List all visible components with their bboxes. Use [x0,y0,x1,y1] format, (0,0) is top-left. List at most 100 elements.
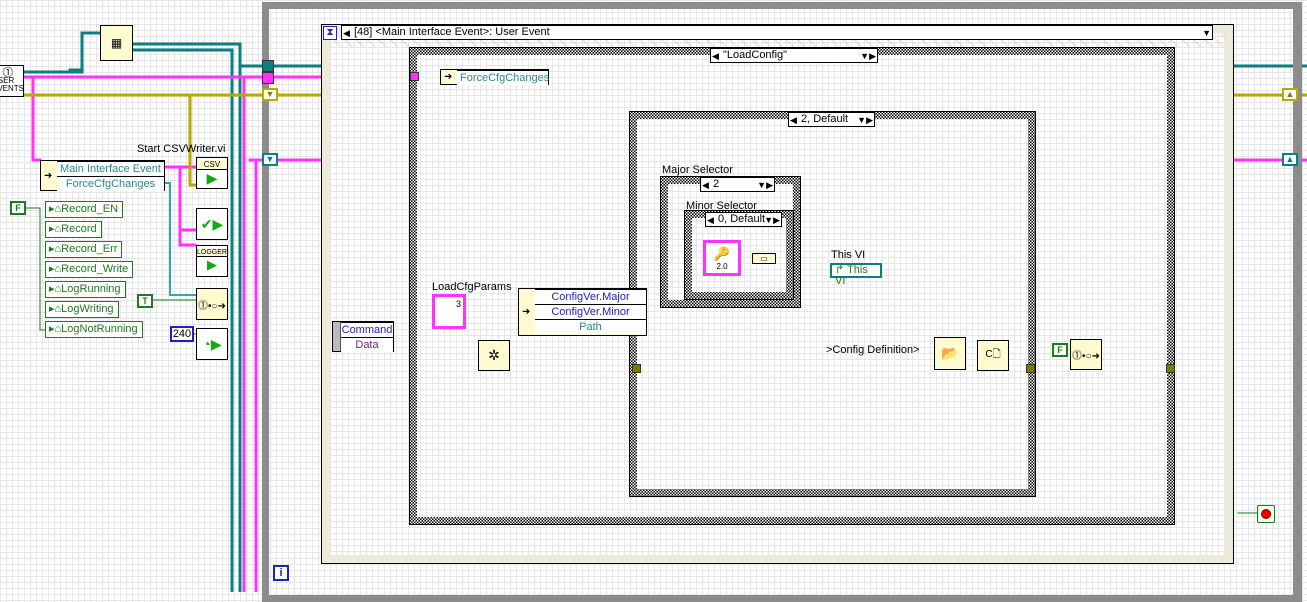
user-event-icon: ⓵•○➜ [1072,351,1100,362]
tunnel [1166,364,1175,373]
case-selector-minor[interactable]: ◀ 0, Default ▼▶ [705,212,782,227]
shift-register-left-cluster: ▼ [262,153,278,166]
clock-play-icon: ◔▶ [202,335,222,352]
version-text: 2.0 [716,261,728,271]
variant-to-data-node[interactable]: ✲ [478,340,510,371]
global-label: LogWriting [61,303,114,315]
loadcfgparams-value: 3 [455,299,461,309]
timeout-hourglass-icon: ⧗ [323,26,337,40]
user-events-text: USER EVENTS [0,76,25,93]
command-element: Command [341,322,393,337]
this-vi-constant[interactable]: ↱ This VI [830,263,882,287]
global-label: Record [61,223,97,235]
tunnel [410,72,419,81]
dropdown-icon[interactable]: ▼▶ [860,50,876,62]
global-label: Record_Err [61,243,118,255]
start-csvwriter-subvi[interactable]: CSV ▶ [196,157,228,189]
logger-subvi[interactable]: LOGGER ▶ [196,245,228,277]
user-event-icon: ⓵•○➜ [198,300,226,312]
event-selector[interactable]: ◀ [48] <Main Interface Event>: User Event… [341,25,1213,40]
check-subvi[interactable]: ✔▶ [196,208,228,240]
file-icon: C🗋 [985,349,1001,360]
gear-icon: ✲ [488,347,500,363]
unbundle-configver: ➜ ConfigVer.Major ConfigVer.Minor Path [518,288,647,336]
global-logwriting[interactable]: ▸⌂LogWriting [45,301,119,318]
configver-major: ConfigVer.Major [535,289,646,304]
unbundle-command-data: Command Data [332,321,394,352]
major-selector-label: Major Selector [662,164,733,176]
bundle-node[interactable]: ▦ [100,25,133,61]
prev-icon[interactable]: ◀ [790,114,797,126]
case-selector-label: "LoadConfig" [723,49,788,61]
config-version-subvi[interactable]: 🔑 2.0 [703,240,741,276]
logger-text: LOGGER [197,249,227,257]
forcecfgchanges: ForceCfgChanges [57,176,164,191]
global-record-err[interactable]: ▸⌂Record_Err [45,241,123,258]
timeout-constant[interactable]: 240 [170,326,194,342]
prev-icon[interactable]: ◀ [707,214,714,226]
config-file-node[interactable]: C🗋 [977,340,1009,371]
global-label: Record_EN [61,203,119,215]
loadcfgparams-constant[interactable]: 3 [432,294,466,329]
main-interface-event: Main Interface Event [57,161,164,176]
dropdown-icon[interactable]: ▼▶ [757,179,773,191]
key-icon: 🔑 [713,245,731,261]
dropdown-icon[interactable]: ▼▶ [857,114,873,126]
configver-minor: ConfigVer.Minor [535,304,646,319]
global-record[interactable]: ▸⌂Record [45,221,102,238]
false-constant[interactable]: F [10,201,26,215]
play-icon: ▶ [207,257,217,272]
open-config-node[interactable]: 📂 [934,337,966,370]
global-record-en[interactable]: ▸⌂Record_EN [45,201,124,218]
register-user-events-node[interactable]: ⓵USER EVENTS [0,65,24,97]
case-selector-label: 0, Default [718,213,766,225]
configver-path: Path [535,319,646,334]
true-constant[interactable]: T [137,294,153,308]
case-selector-label: 2, Default [801,113,849,125]
global-label: LogRunning [61,283,121,295]
config-definition-label: >Config Definition> [826,344,920,356]
prev-icon[interactable]: ◀ [702,179,709,191]
false-constant[interactable]: F [1052,343,1068,357]
loadcfgparams-label: LoadCfgParams [432,281,512,293]
tunnel [1026,364,1035,373]
tunnel [262,60,274,72]
grid-icon: ▦ [110,36,123,50]
this-vi-label: This VI [831,249,866,261]
start-csvwriter-label: Start CSVWriter.vi [137,143,226,155]
shift-register-left-error: ▼ [262,88,278,101]
case-selector-default[interactable]: ◀ 2, Default ▼▶ [788,112,875,127]
loop-iteration-terminal: i [273,565,289,581]
timer-subvi[interactable]: ◔▶ [196,328,228,360]
play-check-icon: ✔▶ [200,215,224,232]
shift-register-right-error: ▲ [1282,88,1298,101]
global-record-write[interactable]: ▸⌂Record_Write [45,261,134,278]
dropdown-icon[interactable]: ▼▶ [764,214,780,226]
global-logrunning[interactable]: ▸⌂LogRunning [45,281,126,298]
generate-user-event-node[interactable]: ⓵•○➜ [1070,339,1102,370]
csv-text: CSV [197,159,227,170]
tunnel [632,364,641,373]
folder-icon: 📂 [941,345,959,361]
global-label: Record_Write [61,263,129,275]
to-variant-node[interactable]: ▭ [752,253,776,264]
stop-icon [1261,509,1271,519]
dropdown-icon[interactable]: ▼ [1202,27,1211,39]
shift-register-right-cluster: ▲ [1282,153,1298,166]
play-icon: ▶ [206,169,218,186]
prev-icon[interactable]: ◀ [343,27,350,39]
case-selector-loadconfig[interactable]: ◀ "LoadConfig" ▼▶ [710,48,878,63]
event-selector-label: [48] <Main Interface Event>: User Event [354,26,550,38]
case-selector-label: 2 [713,178,720,190]
stop-terminal[interactable] [1257,505,1275,523]
global-label: LogNotRunning [61,323,138,335]
unbundle-main-interface: ➜ Main Interface Event ForceCfgChanges [40,160,165,191]
unbundle-forcecfgchanges: ➜ ForceCfgChanges [440,69,549,85]
case-selector-major[interactable]: ◀ 2 ▼▶ [700,177,775,192]
global-lognotrunning[interactable]: ▸⌂LogNotRunning [45,321,143,338]
prev-icon[interactable]: ◀ [712,50,719,62]
generate-user-event-node[interactable]: ⓵•○➜ [196,288,228,320]
data-element: Data [341,337,393,352]
unbundle-element: ForceCfgChanges [457,70,549,85]
tunnel [262,72,274,84]
